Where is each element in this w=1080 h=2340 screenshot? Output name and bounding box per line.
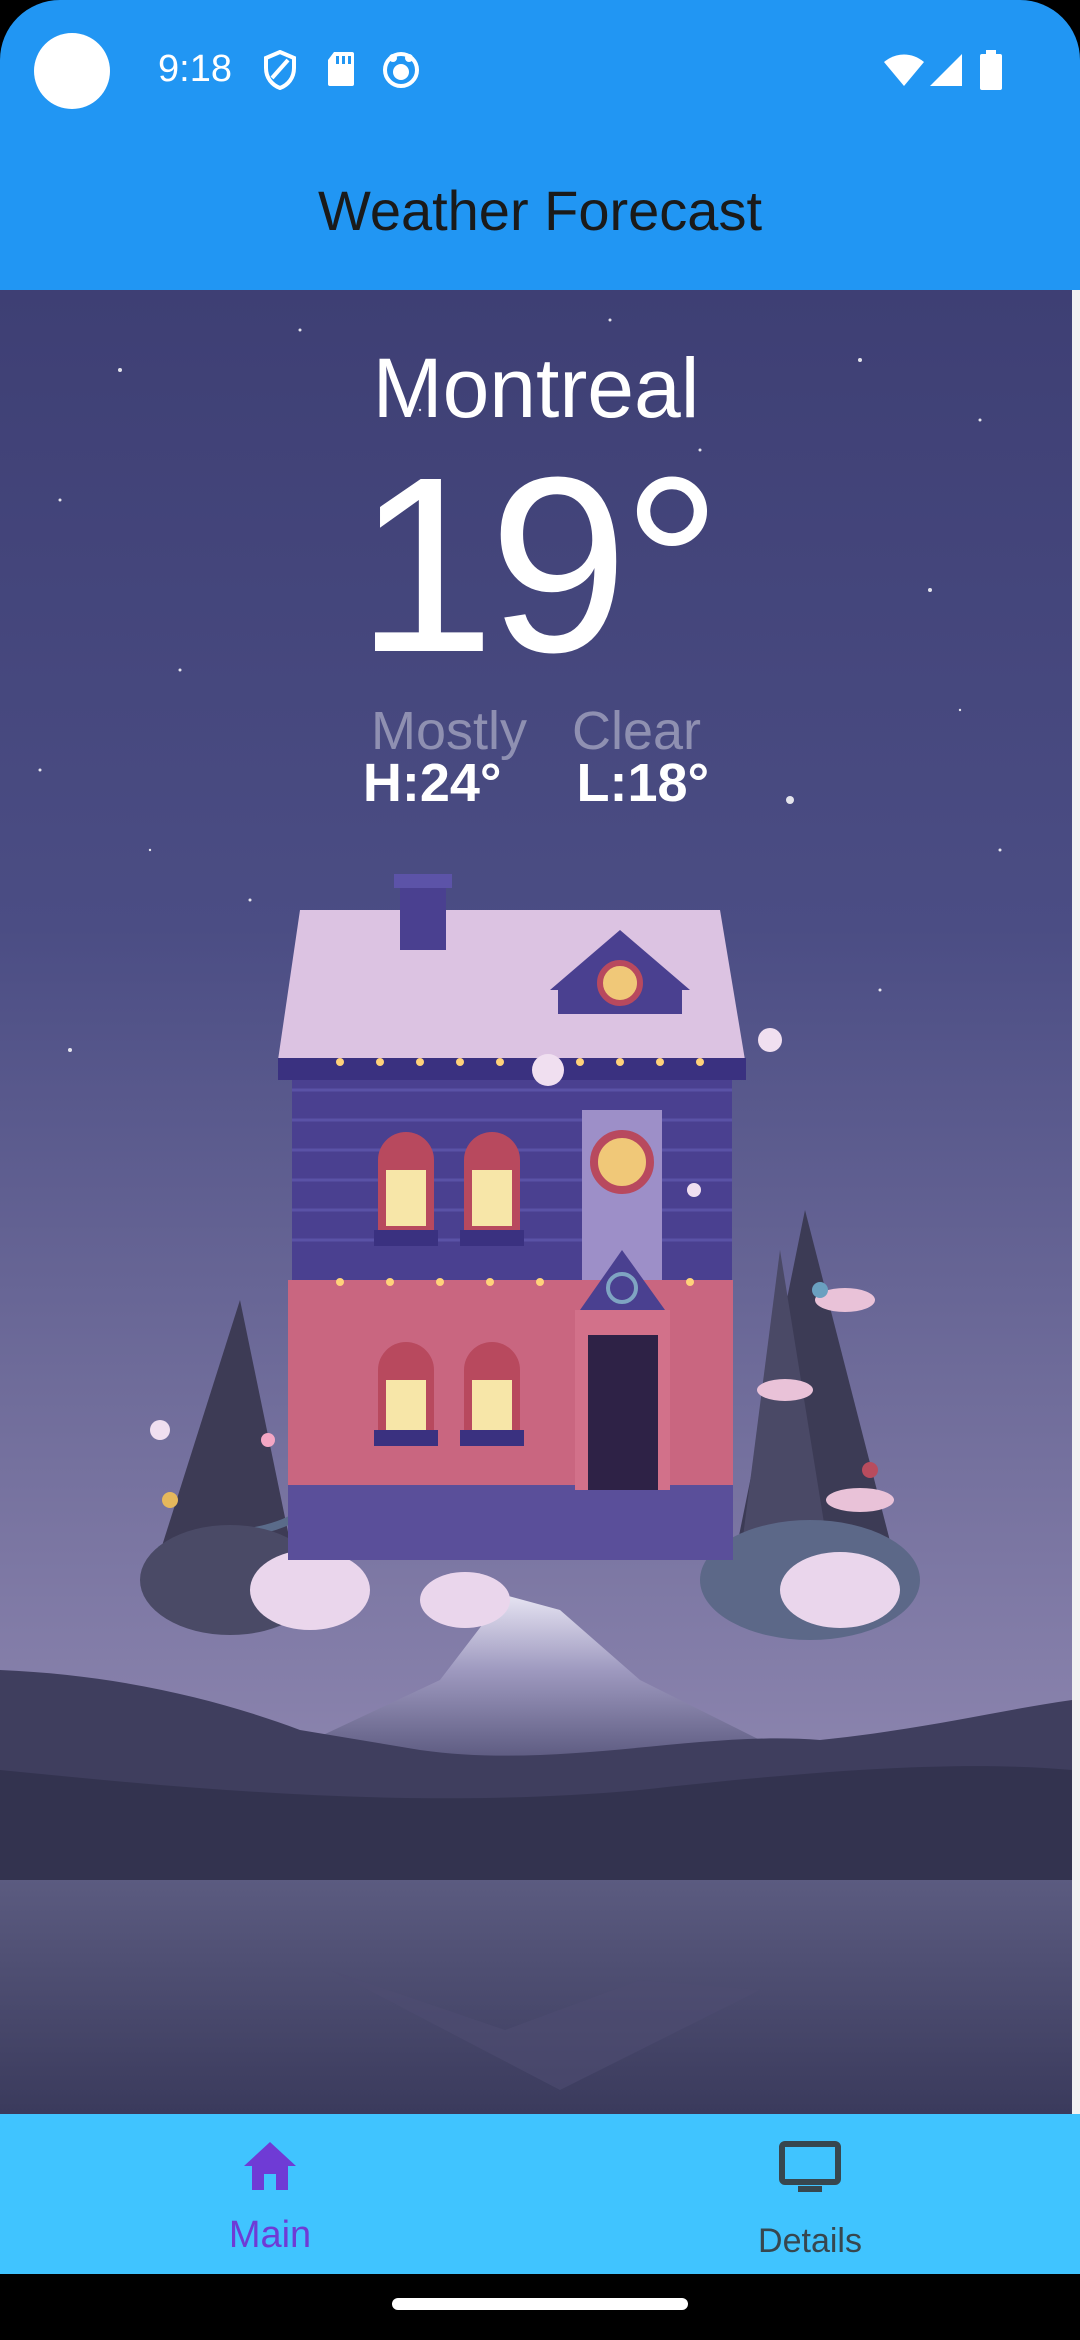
app-bar: Weather Forecast (0, 140, 1080, 290)
bottom-navigation: Main Details (0, 2114, 1080, 2274)
nav-item-main[interactable]: Main (0, 2114, 540, 2274)
high-temperature: H:24° (362, 753, 502, 813)
nav-item-details[interactable]: Details (540, 2114, 1080, 2274)
nav-label-details: Details (758, 2222, 862, 2260)
cellular-signal-icon (930, 54, 962, 86)
app-title: Weather Forecast (317, 178, 763, 242)
status-time: 9:18 (158, 48, 232, 90)
status-bar: 9:18 (0, 0, 1080, 140)
scene-edge (1072, 290, 1080, 2114)
home-icon (244, 2142, 296, 2190)
sd-card-icon (328, 52, 354, 86)
phone-screen: 9:18 Weather Forecast Montreal 19° Mostl… (0, 0, 1080, 2340)
city-name: Montreal (372, 341, 700, 435)
camera-dot (34, 33, 110, 109)
app-notification-icon (383, 52, 419, 88)
current-temperature: 19° (355, 425, 722, 704)
shield-icon (264, 50, 296, 90)
monitor-icon (779, 2141, 841, 2192)
gesture-navigation-area (0, 2274, 1080, 2340)
nav-label-main: Main (228, 2214, 312, 2256)
battery-icon (980, 50, 1002, 90)
home-gesture-handle[interactable] (392, 2298, 688, 2310)
high-low-temperatures: H:24° L:18° (0, 752, 1072, 814)
wifi-icon (884, 54, 924, 86)
low-temperature: L:18° (576, 753, 710, 813)
